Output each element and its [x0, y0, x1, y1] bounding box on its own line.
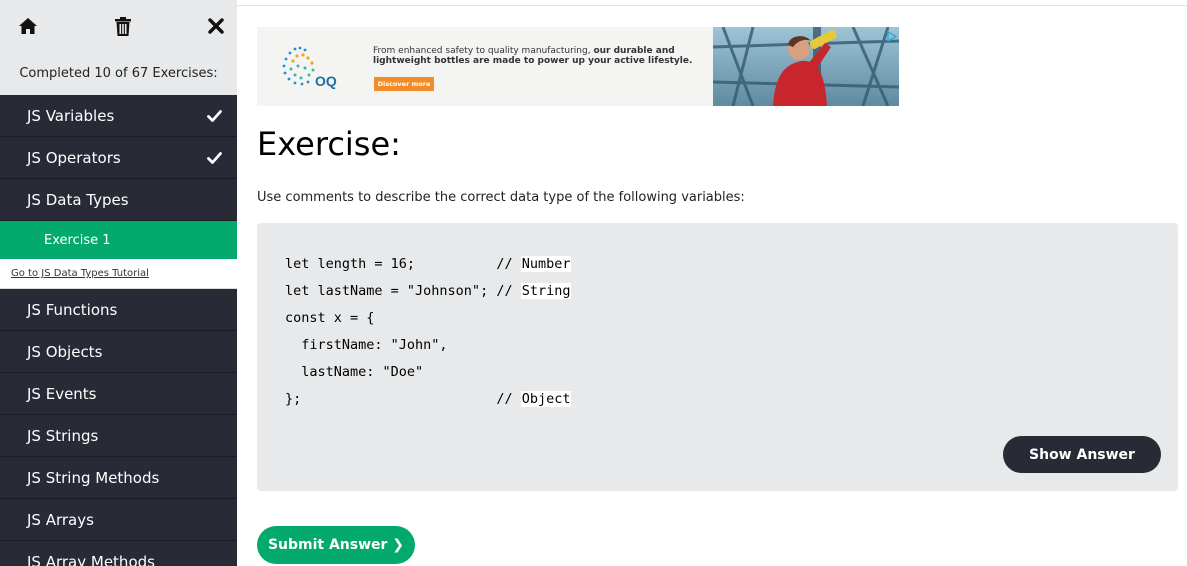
sidebar-toolbar: [0, 0, 237, 52]
sidebar-item-label: JS Arrays: [27, 510, 94, 529]
ad-logo: OQ: [273, 41, 353, 91]
ad-copy: From enhanced safety to quality manufact…: [373, 46, 703, 66]
sidebar-item-js-variables[interactable]: JS Variables: [0, 95, 237, 137]
checkmark-icon: [207, 150, 222, 168]
ad-discover-button[interactable]: Discover more: [374, 77, 434, 91]
sidebar-item-js-events[interactable]: JS Events: [0, 373, 237, 415]
code-text: let length = 16; //: [285, 256, 521, 272]
sidebar-item-label: JS Objects: [27, 342, 103, 361]
sidebar-item-js-array-methods[interactable]: JS Array Methods: [0, 541, 237, 566]
sidebar-item-label: JS Array Methods: [27, 552, 155, 566]
sidebar-item-label: JS Data Types: [27, 190, 129, 209]
exercise-title: Exercise:: [257, 125, 401, 163]
sidebar-item-js-operators[interactable]: JS Operators: [0, 137, 237, 179]
ad-banner[interactable]: OQ From enhanced safety to quality manuf…: [257, 27, 899, 106]
code-line: const x = {: [285, 310, 375, 326]
ad-photo: [713, 27, 899, 106]
sidebar-item-label: JS Variables: [27, 106, 115, 125]
sidebar-item-exercise-1[interactable]: Exercise 1: [0, 221, 237, 259]
sidebar-item-label: JS Events: [27, 384, 97, 403]
top-divider: [237, 5, 1187, 6]
sidebar-item-js-strings[interactable]: JS Strings: [0, 415, 237, 457]
sidebar-item-js-string-methods[interactable]: JS String Methods: [0, 457, 237, 499]
show-answer-button[interactable]: Show Answer: [1003, 436, 1161, 473]
ad-choices-icon[interactable]: [886, 29, 898, 43]
checkmark-icon: [207, 108, 222, 126]
sidebar-item-label: JS Functions: [27, 300, 118, 319]
code-text: }; //: [285, 391, 521, 407]
ad-logo-text: OQ: [315, 73, 337, 89]
ad-copy-plain: From enhanced safety to quality manufact…: [373, 46, 594, 56]
code-block: let length = 16; // Number let lastName =…: [285, 251, 572, 413]
sidebar-item-label: Exercise 1: [44, 232, 111, 248]
progress-text: Completed 10 of 67 Exercises:: [0, 52, 237, 95]
trash-icon[interactable]: [111, 14, 135, 38]
sidebar-item-label: JS String Methods: [27, 468, 160, 487]
sidebar-item-js-data-types[interactable]: JS Data Types: [0, 179, 237, 221]
answer-field-2[interactable]: String: [520, 283, 572, 299]
code-line: let lastName = "Johnson"; // String: [285, 278, 572, 305]
answer-field-1[interactable]: Number: [520, 256, 572, 272]
exercise-sidebar: Completed 10 of 67 Exercises: JS Variabl…: [0, 0, 237, 566]
code-text: let lastName = "Johnson"; //: [285, 283, 521, 299]
home-icon[interactable]: [16, 14, 40, 38]
close-icon[interactable]: [204, 14, 228, 38]
code-line: let length = 16; // Number: [285, 251, 572, 278]
sidebar-item-js-objects[interactable]: JS Objects: [0, 331, 237, 373]
sidebar-item-js-functions[interactable]: JS Functions: [0, 289, 237, 331]
tutorial-link[interactable]: Go to JS Data Types Tutorial: [0, 259, 237, 289]
code-line: }; // Object: [285, 386, 572, 413]
sidebar-item-label: JS Operators: [27, 148, 121, 167]
sidebar-item-label: JS Strings: [27, 426, 99, 445]
submit-answer-button[interactable]: Submit Answer ❯: [257, 526, 415, 564]
code-line: lastName: "Doe": [285, 364, 424, 380]
exercise-instructions: Use comments to describe the correct dat…: [257, 190, 745, 205]
answer-field-3[interactable]: Object: [520, 391, 572, 407]
code-line: firstName: "John",: [285, 337, 448, 353]
sidebar-item-js-arrays[interactable]: JS Arrays: [0, 499, 237, 541]
